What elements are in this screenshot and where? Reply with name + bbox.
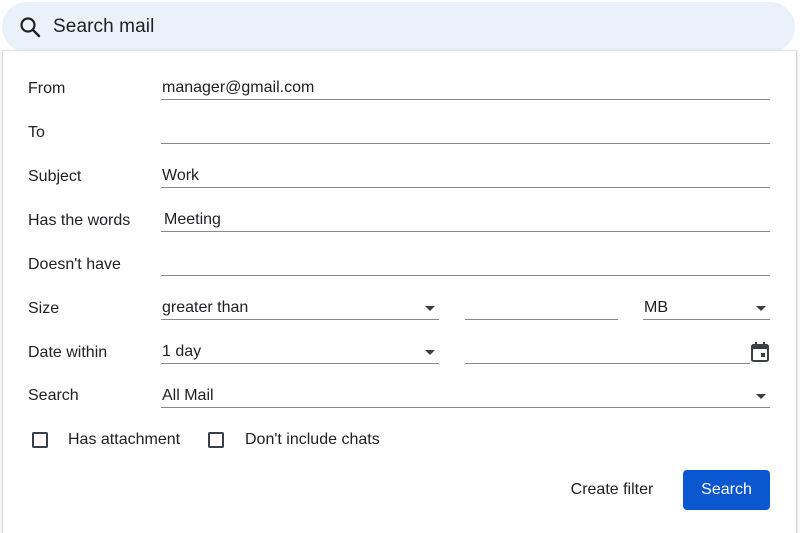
chevron-down-icon <box>425 306 435 311</box>
no-chats-label[interactable]: Don't include chats <box>245 431 380 449</box>
has-words-value: Meeting <box>164 211 221 228</box>
search-button[interactable]: Search <box>683 470 770 510</box>
chevron-down-icon <box>425 350 435 355</box>
from-value: manager@gmail.com <box>162 79 315 96</box>
size-unit-select[interactable]: MB <box>643 296 770 320</box>
subject-value: Work <box>162 167 200 184</box>
has-attachment-label[interactable]: Has attachment <box>68 431 180 449</box>
size-comparator-select[interactable]: greater than <box>161 296 439 320</box>
has-words-field[interactable]: Meeting <box>161 208 770 232</box>
create-filter-button[interactable]: Create filter <box>553 470 671 510</box>
size-unit-value: MB <box>644 299 668 316</box>
search-input[interactable]: Search mail <box>53 16 154 38</box>
to-field[interactable] <box>161 120 770 144</box>
has-words-label: Has the words <box>28 212 131 229</box>
search-in-label: Search <box>28 387 79 404</box>
advanced-search-page: Search mail From manager@gmail.com To Su… <box>0 0 800 533</box>
subject-field[interactable]: Work <box>161 164 770 188</box>
size-amount-input[interactable] <box>465 296 618 320</box>
from-field[interactable]: manager@gmail.com <box>161 76 770 100</box>
chevron-down-icon <box>756 306 766 311</box>
chevron-down-icon <box>756 394 766 399</box>
size-label: Size <box>28 300 60 317</box>
search-bar[interactable]: Search mail <box>2 2 795 52</box>
search-icon[interactable] <box>18 15 42 39</box>
search-in-value: All Mail <box>162 387 214 404</box>
from-label: From <box>28 80 66 97</box>
date-within-label: Date within <box>28 344 108 361</box>
no-chats-checkbox[interactable] <box>208 432 224 448</box>
doesnt-have-label: Doesn't have <box>28 256 121 273</box>
date-within-value: 1 day <box>162 343 202 360</box>
doesnt-have-field[interactable] <box>161 252 770 276</box>
date-input[interactable] <box>465 340 750 364</box>
calendar-icon[interactable] <box>750 341 770 363</box>
date-within-select[interactable]: 1 day <box>161 340 439 364</box>
to-label: To <box>28 124 45 141</box>
subject-label: Subject <box>28 168 82 185</box>
search-in-select[interactable]: All Mail <box>161 384 770 408</box>
size-comparator-value: greater than <box>162 299 249 316</box>
has-attachment-checkbox[interactable] <box>32 432 48 448</box>
